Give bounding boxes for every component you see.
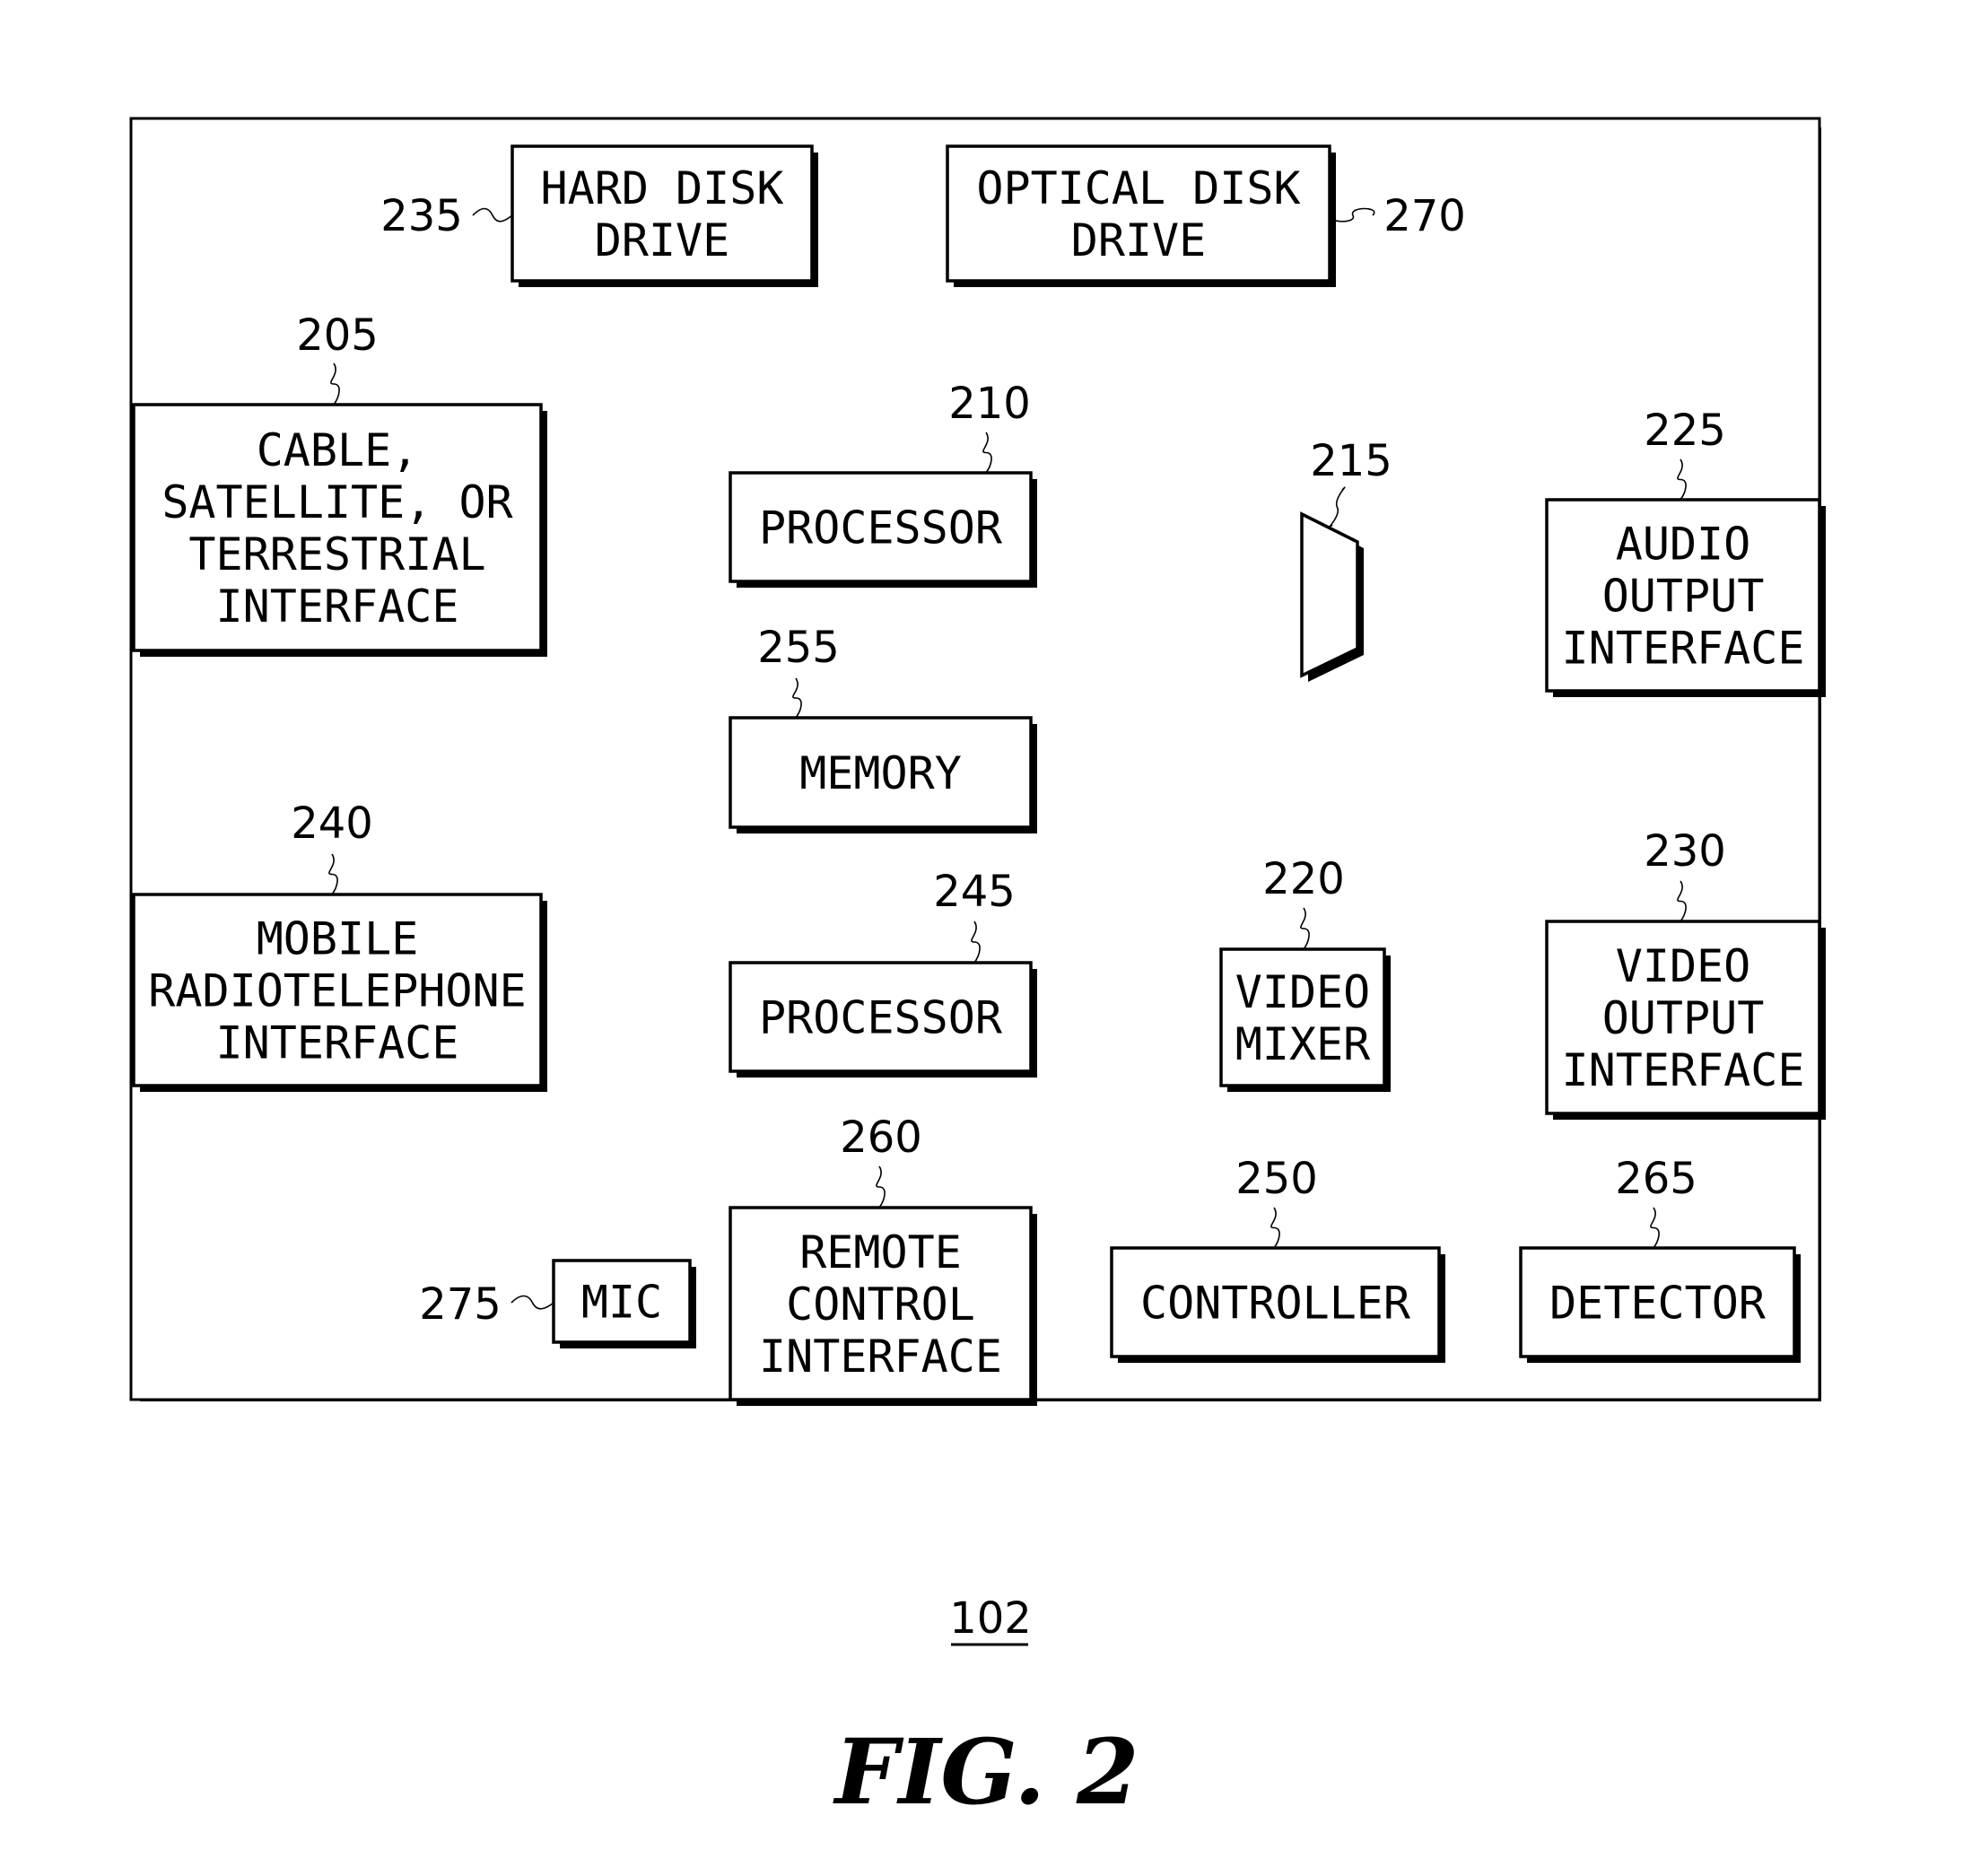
blocks: HARD DISKDRIVEOPTICAL DISKDRIVECABLE,SAT…: [129, 117, 1826, 1406]
block-multiplexer: [1300, 511, 1364, 682]
block-remote: REMOTECONTROLINTERFACE: [729, 1206, 1037, 1406]
reference-numeral: 215: [1310, 436, 1392, 486]
reference-numeral: 250: [1235, 1154, 1318, 1204]
figure-label: FIG. 2: [833, 1719, 1139, 1825]
block-hdd: HARD DISKDRIVE: [510, 144, 818, 287]
block-label: VIDEO: [1616, 940, 1751, 992]
reference-numeral: 210: [948, 379, 1031, 429]
block-label: SATELLITE, OR: [161, 476, 513, 528]
block-diagram: HARD DISKDRIVEOPTICAL DISKDRIVECABLE,SAT…: [129, 117, 1826, 1825]
block-label: OPTICAL DISK: [976, 162, 1300, 214]
block-label: INTERFACE: [1562, 1044, 1805, 1096]
block-label: AUDIO: [1616, 519, 1751, 571]
block-proc245: PROCESSOR: [729, 961, 1037, 1078]
block-label: INTERFACE: [1562, 623, 1805, 675]
reference-numeral: 245: [933, 867, 1016, 917]
reference-numeral: 205: [296, 310, 379, 361]
block-label: REMOTE: [799, 1226, 962, 1278]
block-label: MIC: [581, 1277, 662, 1329]
block-detector: DETECTOR: [1519, 1246, 1801, 1363]
block-label: PROCESSOR: [759, 992, 1003, 1044]
block-label: MIXER: [1235, 1018, 1371, 1070]
block-label: HARD DISK: [541, 162, 784, 214]
block-label: INTERFACE: [759, 1331, 1002, 1383]
block-label: INTERFACE: [216, 1017, 459, 1069]
block-audio: AUDIOOUTPUTINTERFACE: [1545, 498, 1826, 697]
reference-numeral: 240: [291, 798, 373, 849]
block-video: VIDEOOUTPUTINTERFACE: [1545, 920, 1826, 1120]
reference-numeral: 260: [840, 1113, 922, 1163]
reference-numeral: 265: [1615, 1154, 1697, 1204]
reference-numeral: 235: [380, 191, 463, 241]
block-proc210: PROCESSOR: [729, 471, 1037, 588]
block-controller: CONTROLLER: [1110, 1246, 1445, 1363]
system-reference: 102: [949, 1593, 1032, 1644]
block-label: DRIVE: [595, 214, 730, 266]
block-odd: OPTICAL DISKDRIVE: [946, 144, 1336, 287]
reference-numeral: 255: [757, 623, 840, 673]
block-mobile: MOBILERADIOTELEPHONEINTERFACE: [132, 893, 547, 1092]
block-label: MOBILE: [257, 913, 419, 965]
block-label: VIDEO: [1235, 966, 1371, 1018]
block-label: OUTPUT: [1602, 992, 1765, 1044]
block-label: DETECTOR: [1549, 1278, 1767, 1330]
block-label: PROCESSOR: [759, 502, 1003, 554]
block-label: CONTROL: [786, 1278, 975, 1331]
reference-numeral: 230: [1644, 826, 1726, 877]
block-label: RADIOTELEPHONE: [148, 965, 526, 1017]
block-mic: MIC: [552, 1259, 696, 1348]
block-mixer: VIDEOMIXER: [1219, 947, 1391, 1092]
block-label: CONTROLLER: [1140, 1278, 1411, 1330]
reference-numeral: 275: [419, 1279, 502, 1330]
block-label: CABLE,: [257, 424, 419, 476]
block-label: INTERFACE: [216, 580, 459, 633]
reference-numeral: 220: [1262, 854, 1345, 904]
block-memory: MEMORY: [729, 716, 1037, 833]
reference-numeral: 225: [1644, 406, 1726, 456]
block-label: MEMORY: [799, 747, 962, 799]
block-label: TERRESTRIAL: [188, 528, 485, 580]
block-label: DRIVE: [1071, 214, 1207, 266]
reference-numeral: 270: [1383, 191, 1466, 241]
block-cable: CABLE,SATELLITE, ORTERRESTRIALINTERFACE: [132, 403, 547, 657]
multiplexer-shape: [1300, 511, 1359, 678]
block-label: OUTPUT: [1602, 571, 1765, 623]
